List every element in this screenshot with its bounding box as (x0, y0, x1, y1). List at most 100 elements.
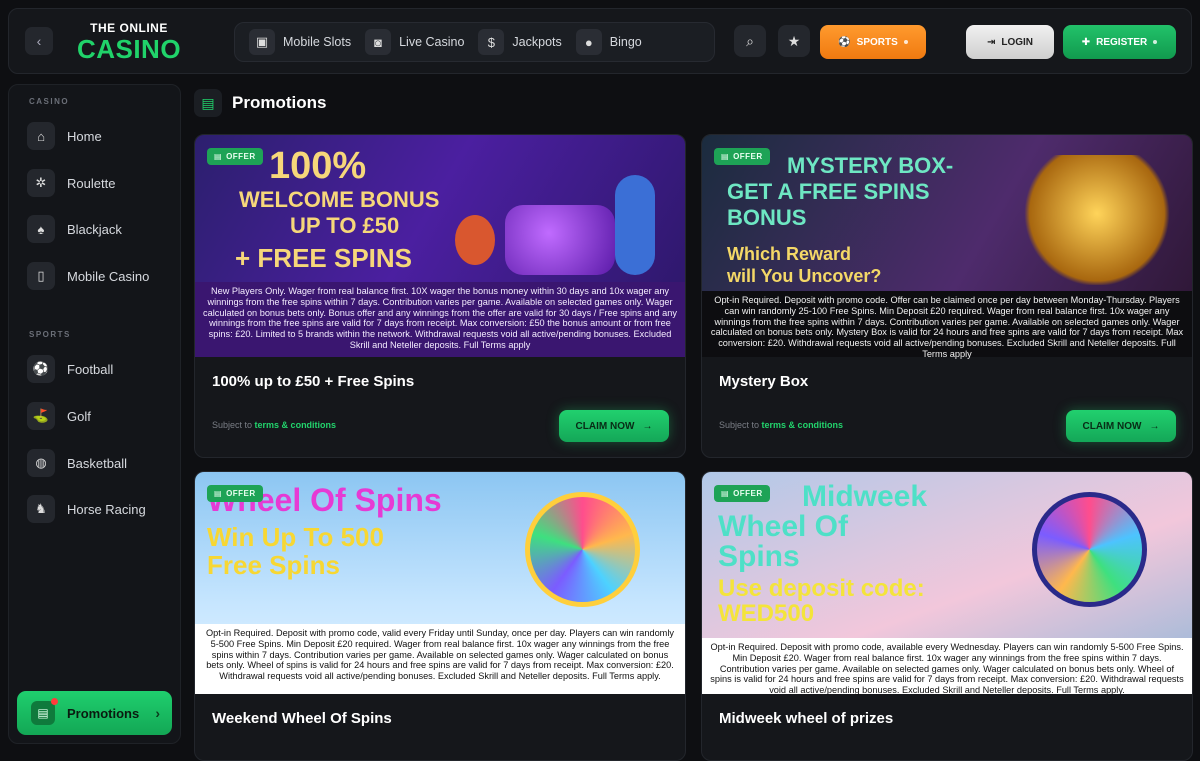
prize-wheel-illustration (525, 492, 640, 607)
page-header: ▤ Promotions (194, 88, 326, 118)
terms-link[interactable]: terms & conditions (255, 420, 337, 430)
logo-main-text: CASINO (76, 34, 182, 64)
sidebar-item-golf[interactable]: ⛳ Golf (27, 402, 91, 430)
football-icon: ⚽ (838, 36, 851, 48)
banner-text: Which Reward (727, 244, 852, 264)
horse-icon: ♞ (27, 495, 55, 523)
offer-badge: ▤ OFFER (714, 148, 770, 165)
banner-text: Wheel Of (718, 510, 849, 543)
nav-label: Jackpots (512, 35, 562, 49)
nav-mobile-slots[interactable]: ▣ Mobile Slots (245, 27, 361, 57)
offer-badge: ▤ OFFER (207, 148, 263, 165)
claim-now-button[interactable]: CLAIM NOW → (559, 410, 669, 442)
sports-button[interactable]: ⚽ SPORTS (820, 25, 926, 59)
promo-banner-image[interactable]: ▤ OFFER Wheel Of Spins Win Up To 500 Free… (195, 472, 685, 694)
sidebar-item-label: Roulette (67, 175, 116, 191)
terms-prefix: Subject to (719, 420, 760, 430)
sidebar-item-horse-racing[interactable]: ♞ Horse Racing (27, 495, 146, 523)
sidebar: CASINO ⌂ Home ✲ Roulette ♠ Blackjack ▯ M… (8, 84, 181, 744)
register-label: REGISTER (1096, 36, 1148, 48)
sidebar-item-mobile-casino[interactable]: ▯ Mobile Casino (27, 262, 149, 290)
claim-label: CLAIM NOW (575, 420, 635, 432)
logo-top-text: THE ONLINE (90, 21, 168, 35)
banner-headline: 100% (269, 145, 367, 187)
terms-link[interactable]: terms & conditions (762, 420, 844, 430)
promo-banner-image[interactable]: ▤ OFFER MYSTERY BOX- GET A FREE SPINS BON… (702, 135, 1192, 359)
promo-card[interactable]: ▤ OFFER MYSTERY BOX- GET A FREE SPINS BON… (701, 134, 1193, 458)
money-bag-icon: $ (478, 29, 505, 55)
promo-card[interactable]: ▤ OFFER Midweek Wheel Of Spins Use deposi… (701, 471, 1193, 761)
sidebar-item-label: Basketball (67, 455, 127, 471)
promo-terms: Opt-in Required. Deposit with promo code… (195, 624, 685, 694)
sidebar-item-label: Golf (67, 408, 91, 424)
nav-label: Bingo (609, 35, 642, 49)
promotions-label: Promotions (67, 705, 140, 721)
sidebar-promotions-button[interactable]: ▤ Promotions › (17, 691, 172, 735)
star-icon: ★ (787, 32, 801, 49)
search-button[interactable]: ⌕ (734, 25, 766, 57)
banner-text: MYSTERY BOX- (787, 153, 954, 178)
login-button[interactable]: ⇥ LOGIN (966, 25, 1054, 59)
banner-text: will You Uncover? (727, 266, 882, 286)
banner-text: Spins (718, 540, 800, 573)
add-user-icon: ✚ (1081, 36, 1091, 48)
sidebar-item-basketball[interactable]: ◍ Basketball (27, 449, 127, 477)
top-bar: ‹ THE ONLINE CASINO ▣ Mobile Slots ◙ Liv… (8, 8, 1192, 74)
sidebar-item-home[interactable]: ⌂ Home (27, 122, 102, 150)
nav-jackpots[interactable]: $ Jackpots (474, 27, 571, 57)
page-title: Promotions (232, 93, 327, 112)
sidebar-item-blackjack[interactable]: ♠ Blackjack (27, 215, 122, 243)
gift-icon: ▤ (194, 89, 222, 117)
sidebar-item-label: Home (67, 128, 102, 144)
sidebar-item-football[interactable]: ⚽ Football (27, 355, 113, 383)
nav-label: Live Casino (399, 35, 465, 49)
terms-note: Subject to terms & conditions (212, 420, 336, 430)
offer-label: OFFER (226, 152, 256, 161)
phone-slots-icon: ▣ (249, 29, 275, 55)
collapse-sidebar-button[interactable]: ‹ (25, 27, 53, 55)
nav-live-casino[interactable]: ◙ Live Casino (361, 27, 474, 57)
sidebar-item-label: Horse Racing (67, 501, 146, 517)
promo-title: Midweek wheel of prizes (719, 710, 894, 727)
claim-label: CLAIM NOW (1082, 420, 1142, 432)
promo-card[interactable]: ▤ OFFER Wheel Of Spins Win Up To 500 Free… (194, 471, 686, 761)
slot-machine-illustration (445, 175, 665, 285)
sidebar-item-roulette[interactable]: ✲ Roulette (27, 169, 115, 197)
basketball-icon: ◍ (27, 449, 55, 477)
terms-prefix: Subject to (212, 420, 253, 430)
main-nav: ▣ Mobile Slots ◙ Live Casino $ Jackpots … (234, 22, 715, 62)
gift-icon: ▤ (214, 152, 223, 161)
banner-text: WED500 (718, 600, 815, 627)
banner-text: GET A FREE SPINS (727, 179, 930, 204)
promo-banner-image[interactable]: ▤ OFFER 100% WELCOME BONUS UP TO £50 + FR… (195, 135, 685, 357)
arrow-right-icon: → (642, 420, 653, 432)
banner-text: Win Up To 500 (207, 522, 384, 552)
offer-badge: ▤ OFFER (207, 485, 263, 502)
promo-card[interactable]: ▤ OFFER 100% WELCOME BONUS UP TO £50 + FR… (194, 134, 686, 458)
casino-section-heading: CASINO (29, 97, 70, 106)
login-label: LOGIN (1001, 36, 1034, 48)
sidebar-item-label: Football (67, 361, 114, 377)
nav-bingo[interactable]: ● Bingo (572, 27, 652, 57)
offer-label: OFFER (733, 489, 763, 498)
treasure-chest-illustration (1022, 155, 1172, 285)
mobile-icon: ▯ (27, 262, 55, 290)
promo-banner-image[interactable]: ▤ OFFER Midweek Wheel Of Spins Use deposi… (702, 472, 1192, 695)
gift-icon: ▤ (31, 698, 58, 725)
cards-icon: ♠ (27, 215, 55, 243)
favorites-button[interactable]: ★ (778, 25, 810, 57)
claim-now-button[interactable]: CLAIM NOW → (1066, 410, 1176, 442)
promo-terms: New Players Only. Wager from real balanc… (195, 282, 685, 357)
site-logo[interactable]: THE ONLINE CASINO (69, 21, 189, 67)
banner-text: WELCOME BONUS (239, 187, 440, 212)
offer-label: OFFER (733, 152, 763, 161)
chevron-left-icon: ‹ (36, 33, 42, 49)
register-button[interactable]: ✚ REGISTER (1063, 25, 1176, 59)
banner-text: UP TO £50 (290, 213, 400, 238)
login-icon: ⇥ (986, 36, 996, 48)
home-icon: ⌂ (27, 122, 55, 150)
gift-icon: ▤ (214, 489, 223, 498)
dot-icon (1153, 40, 1158, 44)
bingo-ball-icon: ● (575, 29, 602, 55)
sidebar-item-label: Mobile Casino (67, 268, 150, 284)
